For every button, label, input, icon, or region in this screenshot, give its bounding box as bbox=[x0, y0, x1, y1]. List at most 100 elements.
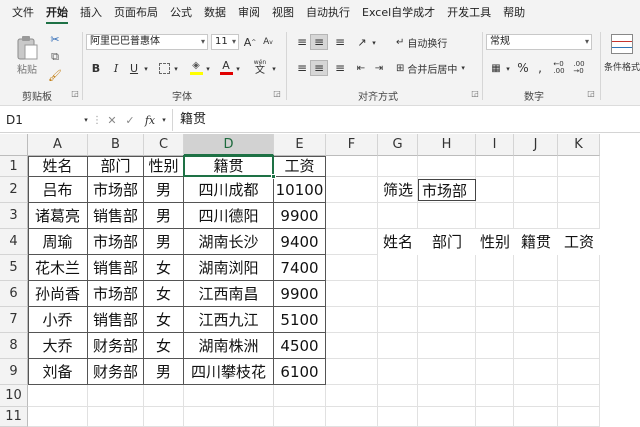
column-header[interactable]: K bbox=[558, 134, 600, 156]
select-all-corner[interactable] bbox=[0, 134, 28, 156]
cell[interactable] bbox=[326, 281, 378, 307]
cell[interactable] bbox=[274, 385, 326, 407]
cell[interactable]: 市场部 bbox=[88, 177, 144, 203]
copy-button[interactable]: ⧉ bbox=[48, 50, 62, 64]
cell[interactable] bbox=[476, 307, 514, 333]
number-launcher-icon[interactable]: ◲ bbox=[586, 88, 596, 98]
cell[interactable] bbox=[514, 156, 558, 177]
cell[interactable]: 工资 bbox=[274, 156, 326, 177]
cell[interactable] bbox=[418, 359, 476, 385]
cell[interactable]: 江西九江 bbox=[184, 307, 274, 333]
cell[interactable] bbox=[558, 307, 600, 333]
cell[interactable]: 6100 bbox=[274, 359, 326, 385]
cell[interactable] bbox=[558, 359, 600, 385]
menu-tab[interactable]: 文件 bbox=[6, 0, 40, 26]
cell[interactable] bbox=[184, 385, 274, 407]
menu-tab[interactable]: 审阅 bbox=[232, 0, 266, 26]
cell[interactable] bbox=[476, 407, 514, 427]
cell[interactable] bbox=[514, 407, 558, 427]
cell[interactable] bbox=[558, 177, 600, 203]
cell[interactable] bbox=[326, 359, 378, 385]
row-header[interactable]: 5 bbox=[0, 255, 28, 281]
cell[interactable] bbox=[326, 255, 378, 281]
decrease-indent-button[interactable]: ⇤ bbox=[354, 60, 368, 76]
name-box-dropdown-icon[interactable]: ▾ bbox=[82, 115, 90, 125]
cell[interactable] bbox=[514, 203, 558, 229]
cell[interactable] bbox=[326, 156, 378, 177]
cell[interactable]: 小乔 bbox=[28, 307, 88, 333]
cell[interactable] bbox=[514, 281, 558, 307]
column-header[interactable]: E bbox=[274, 134, 326, 156]
cell[interactable]: 性别 bbox=[144, 156, 184, 177]
italic-button[interactable]: I bbox=[108, 60, 124, 76]
cell[interactable]: 湖南株洲 bbox=[184, 333, 274, 359]
cut-button[interactable]: ✂ bbox=[48, 32, 62, 46]
clipboard-launcher-icon[interactable]: ◲ bbox=[70, 88, 80, 98]
align-center-button[interactable]: ≡ bbox=[310, 60, 328, 76]
cell[interactable]: 四川成都 bbox=[184, 177, 274, 203]
menu-tab[interactable]: 自动执行 bbox=[300, 0, 356, 26]
menu-tab[interactable]: 插入 bbox=[74, 0, 108, 26]
row-header[interactable]: 10 bbox=[0, 385, 28, 407]
cell[interactable]: 湖南浏阳 bbox=[184, 255, 274, 281]
number-format-dropdown[interactable]: 常规 ▾ bbox=[486, 34, 592, 50]
column-header[interactable]: H bbox=[418, 134, 476, 156]
row-header[interactable]: 4 bbox=[0, 229, 28, 255]
increase-indent-button[interactable]: ⇥ bbox=[372, 60, 386, 76]
cell[interactable] bbox=[378, 359, 418, 385]
cell[interactable] bbox=[558, 385, 600, 407]
column-header[interactable]: D bbox=[184, 134, 274, 156]
merge-center-button[interactable]: ⊞ 合并后居中 ▾ bbox=[396, 60, 476, 76]
font-size-dropdown[interactable]: 11 ▾ bbox=[211, 34, 239, 50]
menu-tab[interactable]: 页面布局 bbox=[108, 0, 164, 26]
cell[interactable]: 刘备 bbox=[28, 359, 88, 385]
increase-font-button[interactable]: A ^ bbox=[242, 34, 258, 50]
cell[interactable] bbox=[476, 255, 514, 281]
cell[interactable]: 市场部 bbox=[88, 281, 144, 307]
phonetic-button[interactable]: wén 文 bbox=[250, 58, 270, 76]
cell[interactable]: 销售部 bbox=[88, 307, 144, 333]
align-middle-button[interactable]: ≡ bbox=[310, 34, 328, 50]
cell[interactable]: 吕布 bbox=[28, 177, 88, 203]
cell[interactable] bbox=[378, 281, 418, 307]
cell[interactable]: 财务部 bbox=[88, 333, 144, 359]
cell[interactable]: 湖南长沙 bbox=[184, 229, 274, 255]
cell[interactable]: 销售部 bbox=[88, 255, 144, 281]
cell[interactable] bbox=[514, 177, 558, 203]
align-top-button[interactable]: ≡ bbox=[294, 34, 310, 50]
result-header[interactable]: 部门 bbox=[418, 229, 476, 255]
formula-input[interactable]: 籍贯 bbox=[180, 111, 206, 129]
font-name-dropdown[interactable]: 阿里巴巴普惠体 ▾ bbox=[86, 34, 208, 50]
name-box[interactable]: D1 bbox=[4, 111, 90, 129]
result-header[interactable]: 性别 bbox=[476, 229, 514, 255]
fill-color-button[interactable]: ◈ bbox=[188, 58, 204, 76]
fill-dropdown-icon[interactable]: ▾ bbox=[204, 64, 212, 74]
column-header[interactable]: F bbox=[326, 134, 378, 156]
cell[interactable] bbox=[378, 255, 418, 281]
result-header[interactable]: 工资 bbox=[558, 229, 600, 255]
insert-function-button[interactable]: fx bbox=[140, 112, 160, 128]
filter-value-cell[interactable]: 市场部 bbox=[418, 179, 476, 201]
column-header[interactable]: G bbox=[378, 134, 418, 156]
row-header[interactable]: 6 bbox=[0, 281, 28, 307]
fill-handle[interactable] bbox=[271, 174, 276, 179]
cell[interactable] bbox=[418, 203, 476, 229]
cell[interactable] bbox=[378, 407, 418, 427]
row-header[interactable]: 2 bbox=[0, 177, 28, 203]
cell[interactable]: 男 bbox=[144, 177, 184, 203]
comma-button[interactable]: , bbox=[534, 60, 546, 76]
cell[interactable]: 销售部 bbox=[88, 203, 144, 229]
border-button[interactable] bbox=[156, 60, 172, 76]
cell[interactable]: 9900 bbox=[274, 281, 326, 307]
cell[interactable] bbox=[326, 333, 378, 359]
cell[interactable] bbox=[184, 407, 274, 427]
font-color-button[interactable]: A bbox=[218, 58, 234, 76]
column-header[interactable]: B bbox=[88, 134, 144, 156]
menu-tab[interactable]: Excel自学成才 bbox=[356, 0, 441, 26]
conditional-format-button[interactable]: 条件格式 bbox=[604, 32, 640, 78]
cell[interactable] bbox=[476, 156, 514, 177]
cell[interactable] bbox=[558, 255, 600, 281]
cell[interactable]: 男 bbox=[144, 229, 184, 255]
column-header[interactable]: A bbox=[28, 134, 88, 156]
cell[interactable]: 部门 bbox=[88, 156, 144, 177]
